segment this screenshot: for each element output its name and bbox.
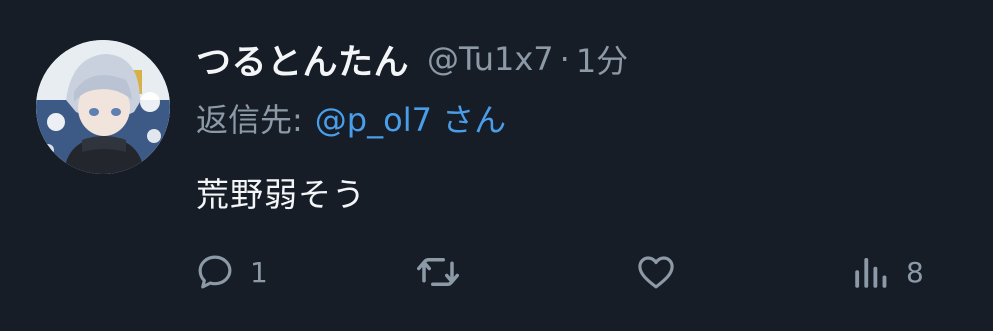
reply-target-link[interactable]: @p_ol7 さん: [315, 95, 506, 141]
display-name[interactable]: つるとんたん: [196, 34, 409, 85]
reply-prefix: 返信先:: [196, 101, 303, 139]
heart-icon: [638, 256, 674, 289]
tweet-card[interactable]: つるとんたん @Tu1x7 · 1分 返信先: @p_ol7 さん 荒野弱そう …: [0, 0, 993, 331]
tweet-text: 荒野弱そう: [196, 175, 366, 214]
avatar-illustration: [36, 40, 170, 174]
retweet-icon: [417, 258, 459, 286]
reply-button[interactable]: 1: [194, 244, 268, 300]
separator-dot: ·: [559, 40, 570, 78]
reply-context: 返信先: @p_ol7 さん: [196, 94, 506, 142]
action-bar: 1 8: [0, 244, 993, 300]
like-button[interactable]: [634, 244, 678, 300]
views-count: 8: [906, 255, 924, 289]
views-icon: [855, 258, 887, 288]
retweet-button[interactable]: [414, 244, 462, 300]
reply-icon: [198, 255, 232, 289]
user-handle[interactable]: @Tu1x7: [427, 40, 554, 78]
tweet-header: つるとんたん @Tu1x7 · 1分: [196, 33, 628, 85]
views-button[interactable]: 8: [850, 244, 924, 300]
reply-count: 1: [250, 255, 268, 289]
timestamp[interactable]: 1分: [576, 36, 628, 82]
avatar[interactable]: [36, 40, 170, 174]
